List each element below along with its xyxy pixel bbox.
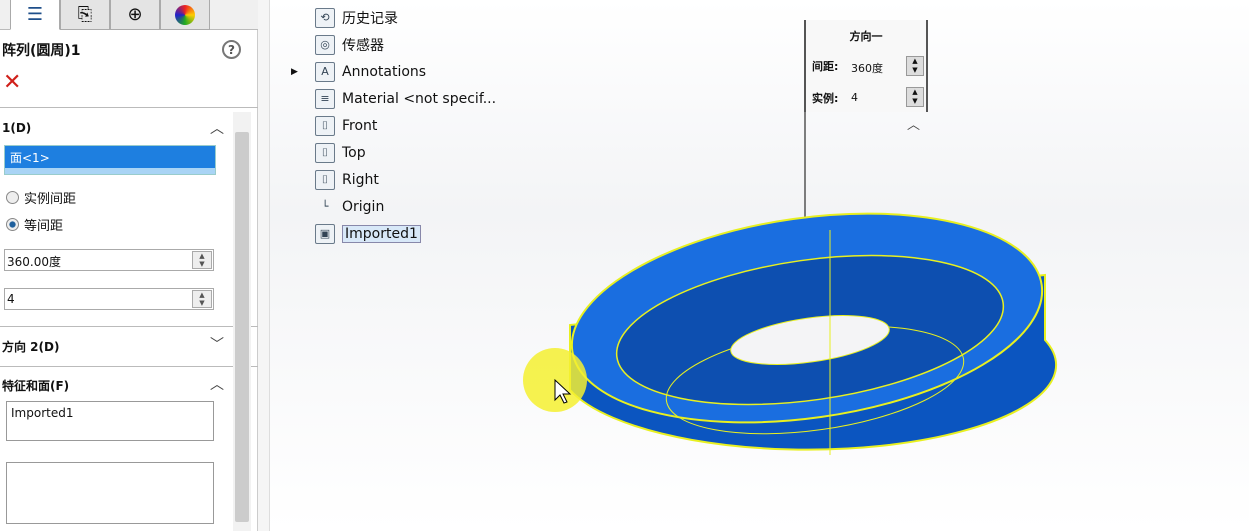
panel-splitter[interactable] — [258, 0, 270, 531]
count-spinner[interactable]: ▲ ▼ — [906, 87, 924, 107]
graphics-area[interactable]: ⟲ 历史记录 ◎ 传感器 ▶ A Annotations ≡ Material <not … — [270, 0, 1249, 531]
tree-item-material[interactable]: ≡ Material <not specif... — [315, 85, 496, 112]
tab-configuration-manager[interactable]: ⊕ — [110, 0, 160, 30]
tree-item-label: Origin — [342, 198, 385, 215]
direction-selection-box[interactable]: 面<1> — [4, 145, 216, 175]
spacing-label: 间距: — [812, 60, 839, 73]
radio-equal-spacing[interactable]: 等间距 — [6, 215, 63, 234]
count-value: 4 — [7, 292, 15, 306]
divider — [0, 107, 258, 108]
spacing-spinner[interactable]: ▲ ▼ — [906, 56, 924, 76]
tree-item-history[interactable]: ⟲ 历史记录 — [315, 4, 496, 31]
radio-label: 等间距 — [24, 219, 64, 234]
tree-item-annotations[interactable]: ▶ A Annotations — [291, 58, 496, 85]
chevron-up-icon[interactable]: ︿ — [210, 374, 224, 394]
plane-icon: ⌷ — [315, 142, 335, 163]
tab-display-manager[interactable] — [160, 0, 210, 30]
origin-icon: └ — [321, 200, 329, 213]
radio-label: 实例间距 — [24, 192, 77, 207]
feature-title: 阵列(圆周)1 — [2, 43, 81, 59]
panel-tabs: ☰ ⎘ ⊕ — [0, 0, 258, 30]
angle-value: 360.00度 — [7, 255, 61, 269]
feature-manager-icon: ☰ — [26, 4, 44, 25]
features-list[interactable]: Imported1 — [6, 401, 214, 441]
tree-item-label: Right — [342, 171, 379, 188]
cancel-close-icon[interactable]: ✕ — [3, 70, 21, 95]
plane-icon: ⌷ — [315, 115, 335, 136]
chevron-down-icon[interactable]: ﹀ — [210, 334, 224, 354]
tree-item-label: Annotations — [342, 63, 427, 80]
plane-icon: ⌷ — [315, 169, 335, 190]
pattern-callout: 方向一 间距: 360度 ▲ ▼ 实例: 4 ▲ ▼ — [804, 20, 928, 112]
tree-item-label: Imported1 — [342, 224, 421, 243]
feature-item[interactable]: Imported1 — [11, 406, 73, 420]
radio-instance-spacing[interactable]: 实例间距 — [6, 188, 76, 207]
angle-input[interactable]: 360.00度 ▲ ▼ — [4, 249, 214, 271]
divider — [0, 366, 258, 367]
tree-item-imported1[interactable]: ▣ Imported1 — [315, 220, 496, 247]
property-manager-icon: ⎘ — [77, 4, 93, 25]
tree-item-label: Front — [342, 117, 378, 134]
spacing-value[interactable]: 360度 — [851, 60, 883, 76]
expand-arrow-icon[interactable]: ▶ — [291, 67, 298, 77]
tree-item-origin[interactable]: └ Origin — [315, 193, 496, 220]
tab-feature-manager[interactable]: ☰ — [10, 0, 60, 30]
tree-item-label: Material <not specif... — [342, 90, 497, 107]
callout-header: 方向一 — [849, 30, 883, 43]
faces-list[interactable] — [6, 462, 214, 524]
count-spinner[interactable]: ▲ ▼ — [192, 290, 212, 308]
divider — [0, 326, 258, 327]
crosshair-icon: ⊕ — [127, 4, 143, 25]
tree-item-front[interactable]: ⌷ Front — [315, 112, 496, 139]
sensor-icon: ◎ — [315, 34, 335, 55]
annotations-icon: A — [315, 61, 335, 82]
part-icon: ▣ — [315, 223, 335, 244]
count-value[interactable]: 4 — [851, 91, 858, 104]
tree-item-right[interactable]: ⌷ Right — [315, 166, 496, 193]
color-wheel-icon — [175, 4, 195, 25]
count-label: 实例: — [812, 92, 839, 105]
collapse-callout-icon[interactable]: ︿ — [907, 114, 920, 133]
material-icon: ≡ — [315, 88, 335, 109]
direction1-header[interactable]: 1(D) — [2, 121, 31, 135]
features-header[interactable]: 特征和面(F) — [2, 377, 69, 394]
angle-spinner[interactable]: ▲ ▼ — [192, 251, 212, 269]
tree-item-label: 传感器 — [342, 37, 384, 54]
tab-property-manager[interactable]: ⎘ — [60, 0, 110, 30]
chevron-up-icon[interactable]: ︿ — [210, 118, 224, 138]
help-icon[interactable]: ? — [222, 40, 241, 59]
tree-item-top[interactable]: ⌷ Top — [315, 139, 496, 166]
tree-item-sensors[interactable]: ◎ 传感器 — [315, 31, 496, 58]
selection-item[interactable]: 面<1> — [5, 146, 215, 168]
ring-model[interactable] — [558, 186, 1058, 455]
feature-tree: ⟲ 历史记录 ◎ 传感器 ▶ A Annotations ≡ Material <not … — [291, 4, 496, 247]
scrollbar-thumb[interactable] — [235, 132, 249, 522]
property-manager-panel: ☰ ⎘ ⊕ 阵列(圆周)1 ? ✕ 1(D) ︿ 面<1> 实例间距 等间距 3… — [0, 0, 258, 531]
tree-item-label: Top — [342, 144, 366, 161]
history-icon: ⟲ — [315, 7, 335, 28]
panel-scrollbar[interactable] — [233, 112, 251, 531]
tree-item-label: 历史记录 — [342, 10, 398, 27]
direction2-header[interactable]: 方向 2(D) — [2, 338, 59, 355]
instance-count-input[interactable]: 4 ▲ ▼ — [4, 288, 214, 310]
